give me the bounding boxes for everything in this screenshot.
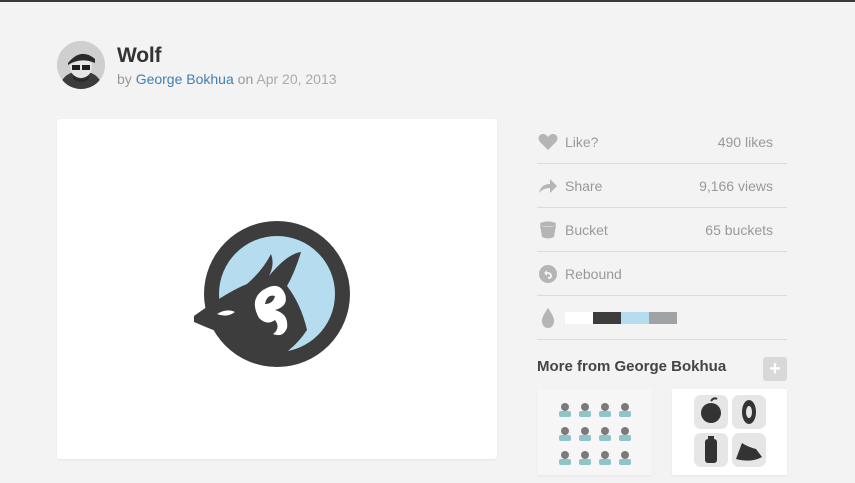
- bucket-row[interactable]: Bucket 65 buckets: [537, 208, 787, 252]
- figure-grid-thumbnail-icon: [559, 403, 631, 465]
- color-swatch[interactable]: [593, 311, 621, 324]
- likes-count: 490 likes: [717, 133, 773, 150]
- like-row[interactable]: Like? 490 likes: [537, 120, 787, 164]
- color-swatch[interactable]: [621, 311, 649, 324]
- views-count: 9,166 views: [699, 177, 773, 194]
- byline: by George Bokhua on Apr 20, 2013: [117, 71, 337, 87]
- shot-date: Apr 20, 2013: [256, 71, 337, 87]
- shot-stats: Like? 490 likes Share 9,166 views Bucket…: [537, 120, 787, 340]
- rebound-label: Rebound: [565, 265, 622, 282]
- heart-icon: [537, 131, 559, 153]
- more-from-heading: More from George Bokhua: [537, 358, 727, 375]
- like-label: Like?: [565, 133, 599, 150]
- bucket-label: Bucket: [565, 221, 608, 238]
- follow-add-button[interactable]: +: [763, 357, 787, 381]
- share-row[interactable]: Share 9,166 views: [537, 164, 787, 208]
- shot-image[interactable]: [57, 119, 497, 459]
- top-border: [0, 0, 855, 2]
- related-shot-thumbnail[interactable]: [537, 389, 652, 475]
- share-arrow-icon: [537, 175, 559, 197]
- shot-title: Wolf: [117, 44, 162, 67]
- byline-on: on: [237, 71, 254, 87]
- avatar[interactable]: [57, 41, 105, 89]
- wolf-logo-icon: [194, 221, 350, 367]
- color-swatch[interactable]: [649, 311, 677, 324]
- color-palette-row: [537, 296, 787, 340]
- rebound-row[interactable]: Rebound: [537, 252, 787, 296]
- related-shot-thumbnail[interactable]: [672, 389, 787, 475]
- color-drop-icon: [537, 307, 559, 329]
- bucket-icon: [537, 219, 559, 241]
- buckets-count: 65 buckets: [705, 221, 773, 238]
- share-label: Share: [565, 177, 603, 194]
- author-link[interactable]: George Bokhua: [136, 71, 234, 87]
- byline-by: by: [117, 71, 132, 87]
- color-swatches: [565, 311, 677, 324]
- color-swatch[interactable]: [565, 311, 593, 324]
- fitness-icons-thumbnail-icon: [694, 395, 766, 467]
- rebound-icon: [537, 263, 559, 285]
